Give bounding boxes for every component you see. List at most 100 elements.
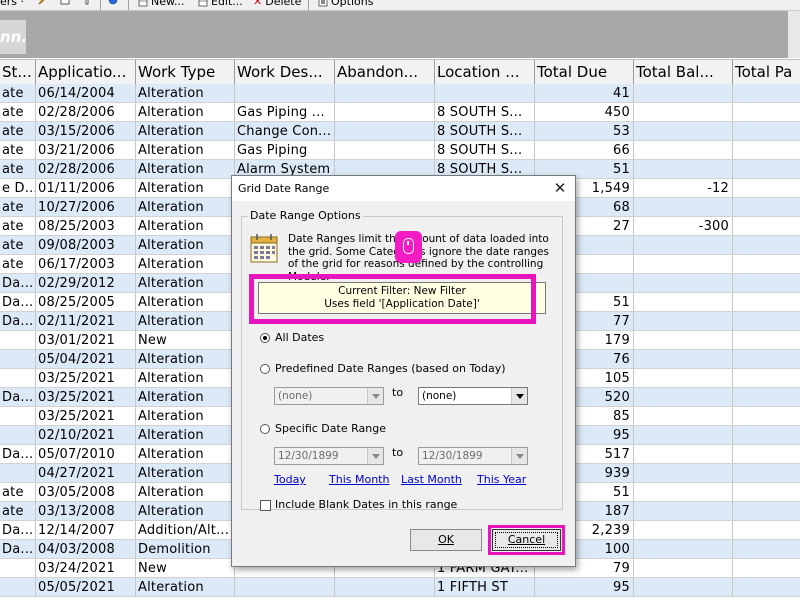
table-cell[interactable]: Da... bbox=[0, 445, 36, 464]
table-cell[interactable]: Alteration bbox=[136, 350, 235, 369]
table-cell[interactable] bbox=[634, 540, 733, 559]
table-cell[interactable] bbox=[733, 103, 800, 122]
table-cell[interactable]: Alteration bbox=[136, 312, 235, 331]
filter-icon[interactable] bbox=[82, 0, 92, 5]
predefined-from-select[interactable]: (none) bbox=[274, 387, 384, 405]
table-cell[interactable] bbox=[733, 483, 800, 502]
table-cell[interactable]: 02/29/2012 bbox=[36, 274, 136, 293]
table-cell[interactable] bbox=[634, 388, 733, 407]
table-cell[interactable]: 06/17/2003 bbox=[36, 255, 136, 274]
table-cell[interactable] bbox=[634, 559, 733, 578]
table-cell[interactable]: 08/25/2003 bbox=[36, 217, 136, 236]
predefined-radio[interactable] bbox=[260, 364, 270, 374]
table-cell[interactable] bbox=[733, 312, 800, 331]
table-cell[interactable]: 04/03/2008 bbox=[36, 540, 136, 559]
table-cell[interactable]: Gas Piping ... bbox=[235, 103, 335, 122]
table-cell[interactable]: 03/13/2008 bbox=[36, 502, 136, 521]
table-cell[interactable] bbox=[0, 331, 36, 350]
predefined-label[interactable]: Predefined Date Ranges (based on Today) bbox=[275, 362, 506, 375]
table-cell[interactable] bbox=[733, 445, 800, 464]
specific-to-select[interactable]: 12/30/1899 bbox=[418, 447, 528, 465]
table-cell[interactable] bbox=[634, 236, 733, 255]
column-header[interactable]: Total Bal... bbox=[634, 60, 733, 84]
table-cell[interactable]: ate bbox=[0, 236, 36, 255]
table-cell[interactable]: 05/05/2021 bbox=[36, 578, 136, 597]
table-cell[interactable]: -300 bbox=[634, 217, 733, 236]
table-cell[interactable]: 53 bbox=[535, 122, 634, 141]
column-header[interactable]: Total Pa bbox=[733, 60, 800, 84]
table-cell[interactable] bbox=[634, 445, 733, 464]
specific-label[interactable]: Specific Date Range bbox=[275, 422, 386, 435]
table-cell[interactable] bbox=[335, 84, 435, 103]
table-cell[interactable] bbox=[0, 464, 36, 483]
toolbar-dropdown[interactable]: ers · bbox=[0, 0, 24, 8]
column-header[interactable]: Work Des... bbox=[235, 60, 335, 84]
table-cell[interactable]: 06/14/2004 bbox=[36, 84, 136, 103]
table-cell[interactable]: 41 bbox=[535, 84, 634, 103]
table-cell[interactable] bbox=[0, 350, 36, 369]
column-header[interactable]: Applicatio... bbox=[36, 60, 136, 84]
table-cell[interactable]: 04/27/2021 bbox=[36, 464, 136, 483]
table-cell[interactable]: Addition/Alt... bbox=[136, 521, 235, 540]
table-cell[interactable]: Gas Piping bbox=[235, 141, 335, 160]
table-cell[interactable]: ate bbox=[0, 103, 36, 122]
table-cell[interactable]: 01/11/2006 bbox=[36, 179, 136, 198]
include-blank-label[interactable]: Include Blank Dates in this range bbox=[275, 498, 457, 511]
table-cell[interactable] bbox=[733, 122, 800, 141]
specific-radio[interactable] bbox=[260, 424, 270, 434]
all-dates-radio[interactable] bbox=[260, 333, 270, 343]
link-last-month[interactable]: Last Month bbox=[401, 473, 462, 486]
table-cell[interactable] bbox=[634, 502, 733, 521]
table-cell[interactable]: 08/25/2005 bbox=[36, 293, 136, 312]
edit-button[interactable]: Edit... bbox=[198, 0, 243, 8]
column-header[interactable]: St... bbox=[0, 60, 36, 84]
link-today[interactable]: Today bbox=[274, 473, 306, 486]
table-cell[interactable]: Alteration bbox=[136, 255, 235, 274]
column-header[interactable]: Work Type bbox=[136, 60, 235, 84]
table-cell[interactable] bbox=[634, 274, 733, 293]
table-cell[interactable] bbox=[335, 122, 435, 141]
save-icon[interactable] bbox=[60, 0, 70, 5]
table-cell[interactable]: Alteration bbox=[136, 407, 235, 426]
table-cell[interactable] bbox=[634, 407, 733, 426]
table-cell[interactable]: 09/08/2003 bbox=[36, 236, 136, 255]
table-cell[interactable]: Alteration bbox=[136, 217, 235, 236]
table-cell[interactable]: Da... bbox=[0, 521, 36, 540]
table-cell[interactable]: Alteration bbox=[136, 236, 235, 255]
table-cell[interactable] bbox=[0, 407, 36, 426]
table-cell[interactable] bbox=[733, 236, 800, 255]
table-cell[interactable] bbox=[733, 578, 800, 597]
table-cell[interactable] bbox=[733, 426, 800, 445]
table-cell[interactable] bbox=[0, 426, 36, 445]
table-cell[interactable] bbox=[0, 369, 36, 388]
table-cell[interactable] bbox=[733, 198, 800, 217]
link-this-year[interactable]: This Year bbox=[477, 473, 526, 486]
table-cell[interactable] bbox=[634, 350, 733, 369]
table-cell[interactable] bbox=[733, 464, 800, 483]
close-icon[interactable]: ✕ bbox=[551, 179, 569, 197]
table-cell[interactable]: 03/25/2021 bbox=[36, 369, 136, 388]
predefined-to-select[interactable]: (none) bbox=[418, 387, 528, 405]
table-cell[interactable] bbox=[733, 160, 800, 179]
all-dates-label[interactable]: All Dates bbox=[275, 331, 324, 344]
table-cell[interactable]: 03/25/2021 bbox=[36, 407, 136, 426]
table-cell[interactable] bbox=[634, 255, 733, 274]
table-cell[interactable]: Alteration bbox=[136, 141, 235, 160]
table-cell[interactable]: 05/04/2021 bbox=[36, 350, 136, 369]
chevron-down-icon[interactable] bbox=[511, 448, 527, 464]
table-cell[interactable] bbox=[733, 293, 800, 312]
table-cell[interactable] bbox=[634, 312, 733, 331]
table-cell[interactable]: Alteration bbox=[136, 388, 235, 407]
table-cell[interactable]: Alteration bbox=[136, 198, 235, 217]
table-cell[interactable] bbox=[634, 122, 733, 141]
column-header[interactable]: Total Due bbox=[535, 60, 634, 84]
table-cell[interactable]: Da... bbox=[0, 274, 36, 293]
pencil-icon[interactable] bbox=[38, 0, 48, 5]
table-cell[interactable]: ate bbox=[0, 141, 36, 160]
include-blank-checkbox[interactable] bbox=[260, 500, 271, 511]
table-cell[interactable]: 1 bbox=[733, 179, 800, 198]
globe-icon[interactable] bbox=[108, 0, 118, 5]
table-cell[interactable]: 03/05/2008 bbox=[36, 483, 136, 502]
table-cell[interactable] bbox=[235, 84, 335, 103]
table-cell[interactable] bbox=[733, 407, 800, 426]
